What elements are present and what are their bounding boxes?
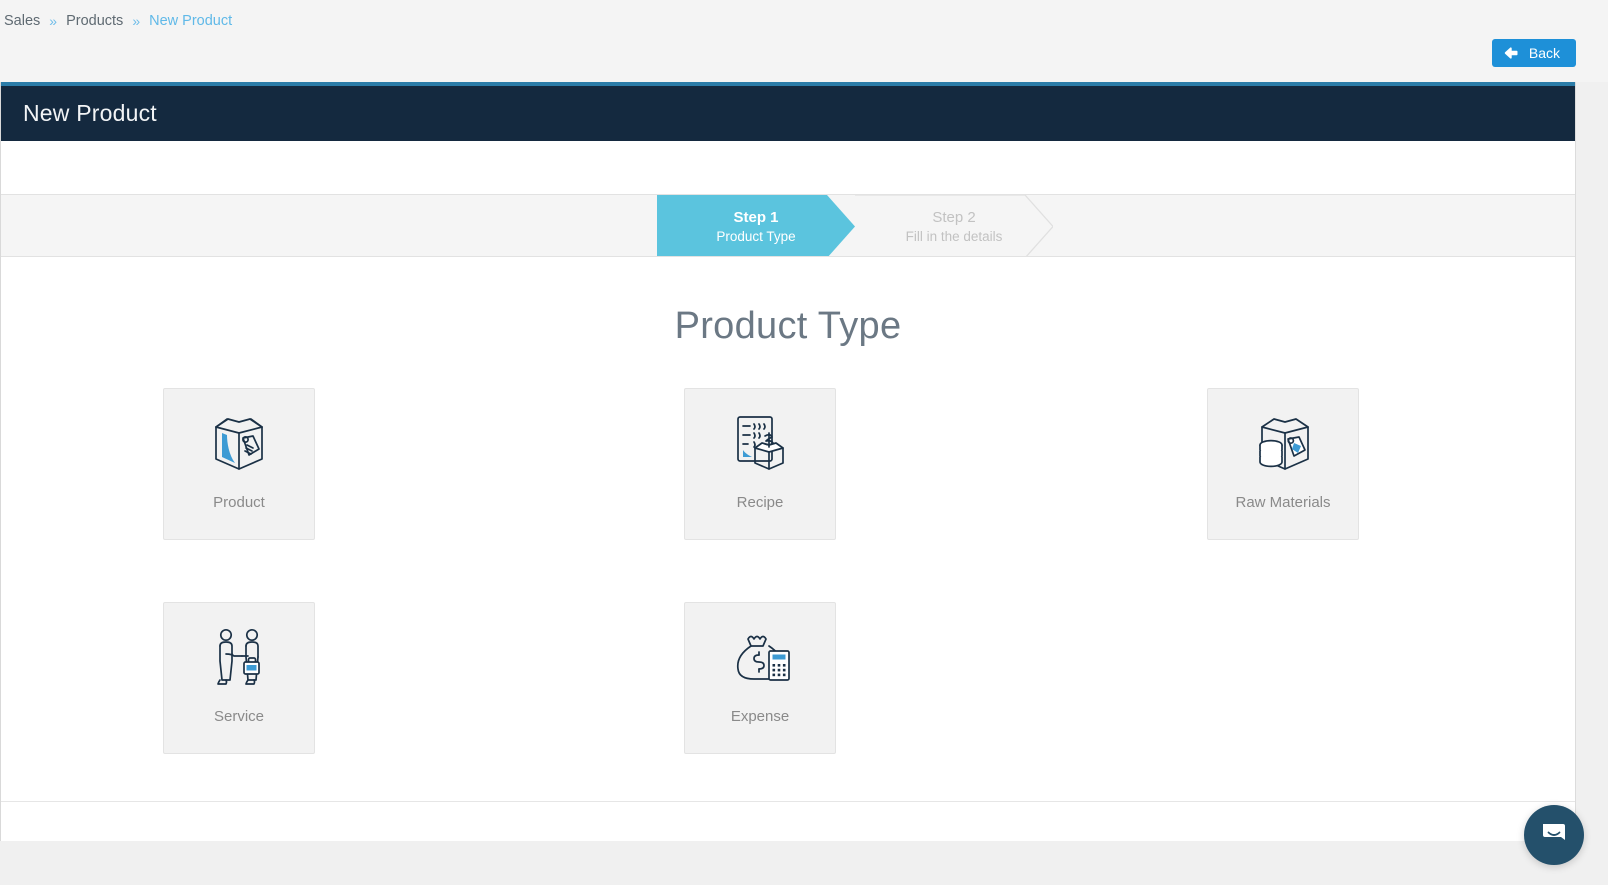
breadcrumb-item-sales[interactable]: Sales <box>4 13 40 29</box>
wizard-step-2-subtitle: Fill in the details <box>905 228 1003 244</box>
section-title: Product Type <box>674 305 902 347</box>
breadcrumb-item-products[interactable]: Products <box>66 13 123 29</box>
product-type-card-label: Service <box>213 708 265 725</box>
back-button[interactable]: Back <box>1491 39 1576 67</box>
chat-launcher-button[interactable] <box>1524 805 1584 865</box>
product-type-row: Service Expense <box>163 602 1413 754</box>
breadcrumb: Sales » Products » New Product <box>4 13 232 29</box>
money-bag-calculator-icon <box>736 635 790 681</box>
product-type-card-expense[interactable]: Expense <box>684 602 836 754</box>
panel-spacer <box>1 141 1575 194</box>
product-type-card-label: Raw Materials <box>1235 494 1331 511</box>
wizard-step-1[interactable]: Step 1 Product Type <box>657 195 855 256</box>
box-with-coins-icon <box>1259 418 1309 470</box>
breadcrumb-item-new-product[interactable]: New Product <box>149 13 232 29</box>
arrow-left-icon <box>1504 47 1518 59</box>
wizard-step-1-title: Step 1 <box>733 208 779 226</box>
product-type-card-label: Product <box>213 494 265 511</box>
page-title: New Product <box>23 100 157 126</box>
box-with-tag-icon <box>215 418 263 470</box>
page-root: Sales » Products » New Product Back New … <box>0 0 1608 885</box>
step-wizard: Step 1 Product Type Step 2 Fill in the d… <box>1 194 1575 257</box>
handshake-briefcase-icon <box>217 628 260 685</box>
top-bar: Sales » Products » New Product Back <box>0 0 1608 82</box>
wizard-step-2[interactable]: Step 2 Fill in the details <box>855 195 1053 256</box>
product-type-card-product[interactable]: Product <box>163 388 315 540</box>
wizard-step-1-subtitle: Product Type <box>716 228 796 244</box>
product-type-card-recipe[interactable]: Recipe <box>684 388 836 540</box>
product-type-row: Product Recipe Raw Materials <box>163 388 1413 540</box>
document-with-box-icon <box>737 416 784 470</box>
footer-divider <box>1 801 1575 802</box>
product-type-card-label: Expense <box>730 708 790 725</box>
breadcrumb-separator-icon: » <box>132 13 141 29</box>
back-button-label: Back <box>1528 45 1560 61</box>
panel-body: Product Type Product Recipe Raw Material… <box>1 257 1575 841</box>
breadcrumb-separator-icon: » <box>49 13 58 29</box>
chat-bubble-smile-icon <box>1543 824 1565 840</box>
product-type-card-label: Recipe <box>736 494 784 511</box>
wizard-step-2-title: Step 2 <box>932 208 976 226</box>
product-type-card-raw-materials[interactable]: Raw Materials <box>1207 388 1359 540</box>
product-type-grid: Product Recipe Raw Materials Service Exp… <box>163 348 1413 754</box>
product-type-card-service[interactable]: Service <box>163 602 315 754</box>
content-panel: New Product Step 1 Product Type Step 2 F… <box>0 82 1576 841</box>
panel-header: New Product <box>1 86 1575 141</box>
